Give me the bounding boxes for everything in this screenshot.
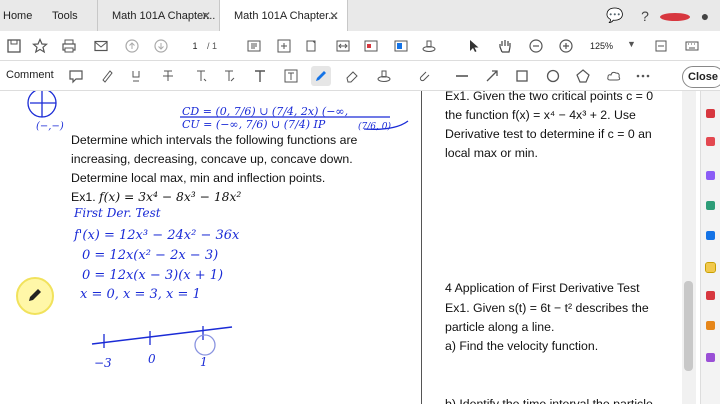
chevron-down-icon[interactable]: ▼: [627, 39, 636, 49]
underline-text-icon[interactable]: [126, 66, 146, 86]
text-box-icon[interactable]: [281, 66, 301, 86]
insert-text-icon[interactable]: [219, 66, 239, 86]
right-line-6: Ex1. Given s(t) = 6t − t² describes the: [445, 301, 649, 315]
tab-document-2-label: Math 101A Chapter...: [234, 10, 338, 22]
right-line-2: the function f(x) = x⁴ − 4x³ + 2. Use: [445, 108, 636, 122]
bookmark-star-icon[interactable]: [30, 36, 50, 56]
tab-document-2[interactable]: Math 101A Chapter... ✕: [220, 0, 348, 32]
rectangle-tool-icon[interactable]: [512, 66, 532, 86]
help-icon[interactable]: ?: [630, 8, 660, 24]
strikethrough-text-icon[interactable]: [158, 66, 178, 86]
hw-line-5: x = 0, x = 3, x = 1: [80, 287, 201, 302]
tab-bar: Home Tools Math 101A Chapter... ✕ Math 1…: [0, 0, 720, 32]
right-line-1: Ex1. Given the two critical points c = 0: [445, 91, 654, 103]
hw-number-line-label-3: 1: [200, 355, 208, 369]
arrow-tool-icon[interactable]: [482, 66, 502, 86]
comment-title: Comment: [6, 69, 54, 81]
zoom-select[interactable]: 125%: [590, 38, 613, 54]
account-icons: 💬 ? ●: [600, 0, 720, 31]
hw-number-line-label-2: 0: [148, 352, 156, 366]
comment-tool-icon[interactable]: [705, 262, 716, 273]
hand-tool-icon[interactable]: [495, 36, 515, 56]
hw-top-2: CU = (−∞, 7/6) ∪ (7/4) IP: [182, 118, 326, 131]
hw-line-4: 0 = 12x(x − 3)(x + 1): [82, 268, 223, 283]
tab-home-label: Home: [3, 9, 33, 22]
organize-tool-icon[interactable]: [706, 231, 715, 240]
select-text-icon[interactable]: [244, 36, 264, 56]
stamp-icon[interactable]: [419, 36, 439, 56]
zoom-in-icon[interactable]: [556, 36, 576, 56]
fill-sign-tool-icon[interactable]: [706, 291, 715, 300]
scrollbar-thumb[interactable]: [684, 281, 693, 371]
print-icon[interactable]: [59, 36, 79, 56]
number-line: [91, 326, 233, 345]
right-line-5: 4 Application of First Derivative Test: [445, 281, 640, 295]
sticky-note-icon[interactable]: [66, 66, 86, 86]
compare-icon[interactable]: [333, 36, 353, 56]
close-tab-icon[interactable]: ✕: [329, 9, 339, 23]
page-down-icon[interactable]: [151, 36, 171, 56]
hw-number-line-label-1: −3: [94, 356, 112, 370]
keyboard-icon[interactable]: [682, 36, 702, 56]
ink-circle: [194, 334, 216, 356]
save-icon[interactable]: [4, 36, 24, 56]
more-tools-icon[interactable]: [651, 36, 671, 56]
document-view[interactable]: Determine which intervals the following …: [0, 91, 720, 404]
avatar-icon[interactable]: ●: [690, 8, 720, 24]
right-line-7: particle along a line.: [445, 320, 555, 334]
email-icon[interactable]: [91, 36, 111, 56]
close-tab-icon[interactable]: ✕: [201, 9, 211, 23]
right-line-8: a) Find the velocity function.: [445, 339, 599, 353]
pen-cursor: [16, 277, 54, 315]
hw-top-1: CD = (0, 7/6) ∪ (7/4, 2x) (−∞,: [182, 105, 348, 118]
tab-tools-label: Tools: [52, 9, 78, 22]
page-number-input[interactable]: 1: [184, 38, 206, 54]
export-pdf-tool-icon[interactable]: [706, 137, 715, 146]
more-tool-icon[interactable]: [706, 353, 715, 362]
tab-document-1[interactable]: Math 101A Chapter... ✕: [98, 0, 220, 31]
page-up-icon[interactable]: [122, 36, 142, 56]
highlight-icon[interactable]: [97, 66, 117, 86]
hw-line-3: 0 = 12x(x² − 2x − 3): [82, 248, 218, 263]
line-tool-icon[interactable]: [452, 66, 472, 86]
eraser-icon[interactable]: [342, 66, 362, 86]
polygon-tool-icon[interactable]: [573, 66, 593, 86]
hw-ip: (7/6, 0): [358, 121, 391, 132]
rotate-icon[interactable]: [301, 36, 321, 56]
notification-badge: [660, 12, 690, 21]
replace-text-icon[interactable]: [191, 66, 211, 86]
zoom-out-icon[interactable]: [526, 36, 546, 56]
pencil-cursor-icon: [29, 289, 41, 301]
right-line-3: Derivative test to determine if c = 0 an: [445, 127, 652, 141]
cloud-tool-icon[interactable]: [604, 66, 624, 86]
create-pdf-tool-icon[interactable]: [706, 109, 715, 118]
page-total: / 1: [207, 41, 218, 51]
add-text-icon[interactable]: [250, 66, 270, 86]
protect-tool-icon[interactable]: [706, 321, 715, 330]
stamp-comment-icon[interactable]: [374, 66, 394, 86]
close-comment-button[interactable]: Close: [682, 66, 720, 88]
hw-line-1: First Der. Test: [73, 206, 161, 220]
combine-tool-icon[interactable]: [706, 201, 715, 210]
ellipse-tool-icon[interactable]: [543, 66, 563, 86]
more-comment-tools-icon[interactable]: [633, 66, 653, 86]
tab-document-1-label: Math 101A Chapter...: [112, 9, 216, 22]
main-toolbar: 1 / 1 125% ▼: [0, 31, 720, 61]
chat-icon[interactable]: 💬: [600, 7, 630, 24]
right-line-9: b) Identify the time interval the partic…: [445, 397, 653, 404]
organize-icon[interactable]: [391, 36, 411, 56]
edit-pdf-tool-icon[interactable]: [706, 171, 715, 180]
select-pointer-icon[interactable]: [464, 36, 484, 56]
bell-icon[interactable]: [660, 8, 690, 24]
hw-line-2: f'(x) = 12x³ − 24x² − 36x: [73, 228, 240, 243]
tab-tools[interactable]: Tools: [42, 0, 98, 31]
right-line-4: local max or min.: [445, 146, 538, 160]
tab-home[interactable]: Home: [0, 0, 42, 31]
pencil-draw-icon[interactable]: [311, 66, 331, 86]
fit-page-icon[interactable]: [274, 36, 294, 56]
comment-toolbar: Comment Close: [0, 61, 720, 91]
export-pdf-icon[interactable]: [361, 36, 381, 56]
hw-left: (−,−): [36, 121, 64, 132]
attach-file-icon[interactable]: [414, 66, 434, 86]
